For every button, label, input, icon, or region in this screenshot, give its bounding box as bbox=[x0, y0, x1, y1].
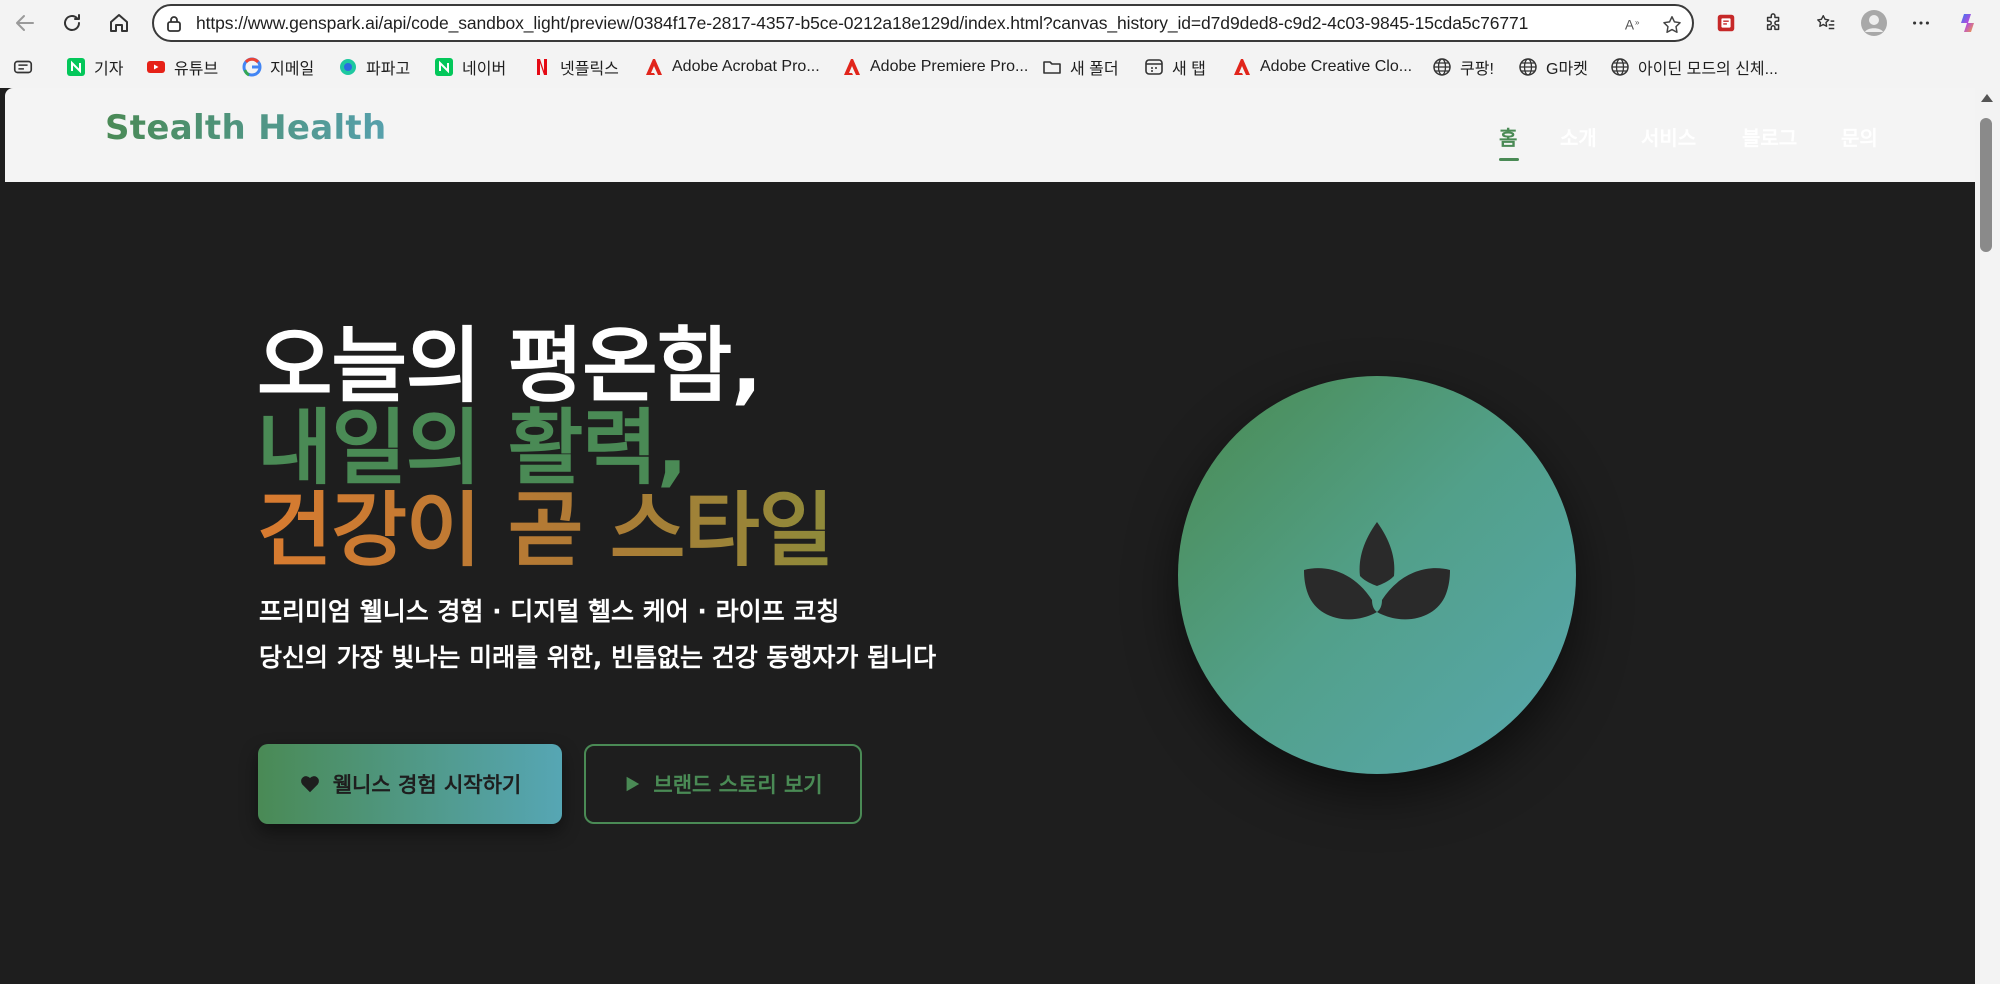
svg-text:»: » bbox=[1635, 18, 1640, 27]
bookmark-label: 쿠팡! bbox=[1460, 61, 1494, 78]
page-scrollbar[interactable] bbox=[1975, 88, 2000, 984]
bookmark-label: 파파고 bbox=[366, 61, 411, 78]
start-wellness-button[interactable]: 웰니스 경험 시작하기 bbox=[258, 744, 562, 824]
bookmark-label: Adobe Acrobat Pro... bbox=[672, 58, 820, 75]
bookmark-1[interactable]: 유튜브 bbox=[146, 55, 218, 79]
profile-icon[interactable] bbox=[1860, 9, 1888, 37]
hero-headline-line3: 건강이 곧 스타일 bbox=[257, 483, 834, 578]
bookmark-2[interactable]: 지메일 bbox=[242, 55, 314, 79]
hero-subtitle-line1: 프리미엄 웰니스 경험 · 디지털 헬스 케어 · 라이프 코칭 bbox=[259, 597, 840, 626]
bookmark-label: 지메일 bbox=[270, 61, 315, 78]
favorites-list-icon[interactable] bbox=[1812, 9, 1840, 37]
site-logo[interactable]: Stealth Health bbox=[105, 108, 386, 148]
hero-subtitle-line2: 당신의 가장 빛나는 미래를 위한, 빈틈없는 건강 동행자가 됩니다 bbox=[259, 643, 937, 672]
globe-icon bbox=[1610, 57, 1630, 77]
nav-item-contact[interactable]: 문의 bbox=[1841, 122, 1878, 151]
lotus-icon bbox=[1304, 522, 1450, 620]
favorite-star-icon[interactable] bbox=[1660, 13, 1684, 37]
play-icon bbox=[623, 775, 641, 793]
naver-icon bbox=[434, 57, 454, 77]
nav-item-services[interactable]: 서비스 bbox=[1641, 122, 1696, 151]
bookmark-8[interactable]: 새 폴더 bbox=[1042, 55, 1119, 79]
nav-item-about[interactable]: 소개 bbox=[1560, 122, 1597, 151]
bookmark-label: Adobe Creative Clo... bbox=[1260, 58, 1413, 75]
copilot-icon[interactable] bbox=[1955, 9, 1983, 37]
bookmark-label: 기자 bbox=[94, 61, 124, 78]
bookmark-label: 새 탭 bbox=[1172, 61, 1206, 78]
refresh-icon[interactable] bbox=[56, 7, 88, 39]
extensions-puzzle-icon[interactable] bbox=[1760, 9, 1788, 37]
bookmark-label: 네이버 bbox=[462, 61, 507, 78]
browser-toolbar: https://www.genspark.ai/api/code_sandbox… bbox=[0, 0, 2000, 46]
bookmark-label: 새 폴더 bbox=[1070, 61, 1119, 78]
folder-icon bbox=[1042, 57, 1062, 77]
hero-emblem bbox=[1178, 376, 1576, 774]
pdf-extension-icon[interactable] bbox=[1712, 9, 1740, 37]
google-icon bbox=[242, 57, 262, 77]
bookmark-9[interactable]: 새 탭 bbox=[1144, 55, 1206, 79]
site-info-icon[interactable] bbox=[164, 14, 184, 34]
bookmark-3[interactable]: 파파고 bbox=[338, 55, 410, 79]
heart-icon bbox=[299, 773, 321, 795]
bookmark-12[interactable]: G마켓 bbox=[1518, 55, 1588, 79]
nav-active-indicator bbox=[1499, 158, 1519, 161]
address-bar[interactable]: https://www.genspark.ai/api/code_sandbox… bbox=[152, 4, 1694, 42]
bookmark-5[interactable]: 넷플릭스 bbox=[532, 55, 619, 79]
bookmark-label: Adobe Premiere Pro... bbox=[870, 58, 1029, 75]
globe-icon bbox=[1518, 57, 1538, 77]
more-icon[interactable] bbox=[1907, 9, 1935, 37]
scroll-thumb[interactable] bbox=[1980, 118, 1992, 252]
read-aloud-icon[interactable]: A» bbox=[1622, 13, 1646, 37]
hero-headline-line2: 내일의 활력, bbox=[257, 401, 688, 496]
svg-text:A: A bbox=[1625, 18, 1635, 33]
naver-icon bbox=[66, 57, 86, 77]
bookmark-13[interactable]: 아이딘 모드의 신체... bbox=[1610, 55, 1778, 79]
site-header: Stealth Health 홈 소개 서비스 블로그 문의 bbox=[5, 88, 1975, 182]
netflix-icon bbox=[532, 57, 552, 77]
papago-icon bbox=[338, 57, 358, 77]
bookmark-7[interactable]: Adobe Premiere Pro... bbox=[842, 55, 1028, 79]
brand-story-button[interactable]: 브랜드 스토리 보기 bbox=[584, 744, 862, 824]
adobe-icon bbox=[644, 57, 664, 77]
scroll-up-arrow-icon[interactable] bbox=[1981, 94, 1993, 102]
bookmark-10[interactable]: Adobe Creative Clo... bbox=[1232, 55, 1412, 79]
bookmark-11[interactable]: 쿠팡! bbox=[1432, 55, 1494, 79]
youtube-icon bbox=[146, 57, 166, 77]
start-wellness-label: 웰니스 경험 시작하기 bbox=[332, 773, 522, 797]
bookmark-label: G마켓 bbox=[1546, 61, 1588, 78]
adobe-icon bbox=[842, 57, 862, 77]
bookmark-4[interactable]: 네이버 bbox=[434, 55, 506, 79]
new-tab-icon bbox=[1144, 57, 1164, 77]
hero-section: 오늘의 평온함, 내일의 활력, 건강이 곧 스타일 프리미엄 웰니스 경험 ·… bbox=[5, 182, 1975, 984]
bookmark-label: 유튜브 bbox=[174, 61, 219, 78]
nav-item-home[interactable]: 홈 bbox=[1499, 122, 1517, 151]
page-viewport: Stealth Health 홈 소개 서비스 블로그 문의 오늘의 평온함, … bbox=[5, 88, 1975, 984]
bookmark-0[interactable]: 기자 bbox=[66, 55, 123, 79]
url-text: https://www.genspark.ai/api/code_sandbox… bbox=[196, 13, 1529, 33]
bookmark-6[interactable]: Adobe Acrobat Pro... bbox=[644, 55, 820, 79]
home-icon[interactable] bbox=[103, 7, 135, 39]
bookmarks-menu-icon[interactable] bbox=[12, 55, 34, 79]
adobe-icon bbox=[1232, 57, 1252, 77]
hero-headline-line1: 오늘의 평온함, bbox=[257, 319, 762, 414]
bookmark-label: 넷플릭스 bbox=[560, 61, 619, 78]
bookmarks-bar: 기자 유튜브 지메일 파파고 네이버 넷플릭스 Adobe Acrobat Pr… bbox=[0, 46, 2000, 88]
back-icon[interactable] bbox=[9, 7, 41, 39]
nav-item-blog[interactable]: 블로그 bbox=[1742, 122, 1797, 151]
brand-story-label: 브랜드 스토리 보기 bbox=[653, 773, 823, 797]
bookmark-label: 아이딘 모드의 신체... bbox=[1638, 61, 1778, 78]
globe-icon bbox=[1432, 57, 1452, 77]
